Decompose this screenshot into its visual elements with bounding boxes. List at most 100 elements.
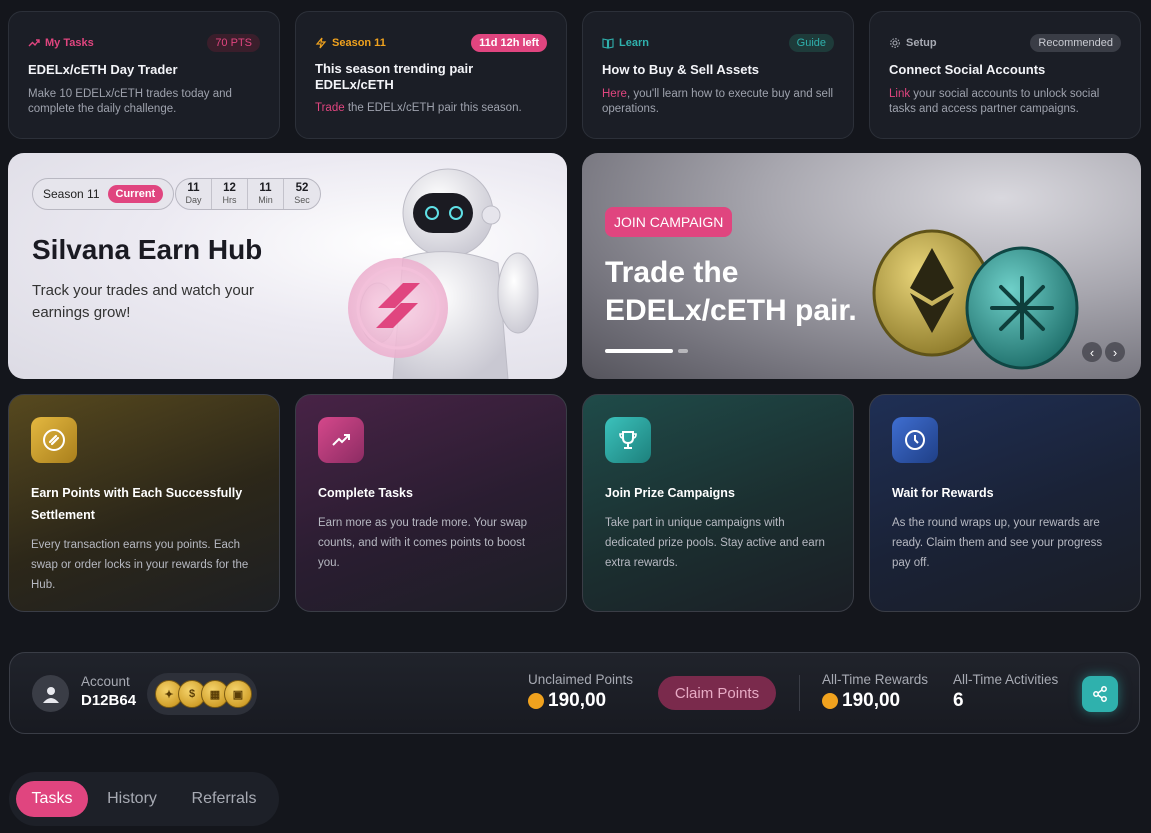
guide-badge: Guide: [788, 34, 834, 52]
step-card-prize-campaigns: Join Prize Campaigns Take part in unique…: [582, 394, 854, 612]
task-description: Trade the EDELx/cETH pair this season.: [315, 101, 547, 116]
task-description: Make 10 EDELx/cETH trades today and comp…: [28, 88, 232, 115]
claim-points-button[interactable]: Claim Points: [658, 676, 776, 710]
step-card-earn-points: Earn Points with Each Successfully Settl…: [8, 394, 280, 612]
countdown-unit: Day: [185, 195, 202, 205]
step-title: Join Prize Campaigns: [605, 486, 735, 500]
here-link[interactable]: Here: [602, 88, 627, 100]
unclaimed-points-value: 190,00: [528, 690, 606, 712]
task-category: Learn: [602, 37, 649, 49]
task-title: EDELx/cETH Day Trader: [28, 62, 178, 77]
countdown-days: 11 Day: [176, 179, 212, 209]
countdown-unit: Min: [258, 195, 273, 205]
task-description-text: your social accounts to unlock social ta…: [889, 88, 1100, 115]
task-description: Here, you'll learn how to execute buy an…: [602, 87, 834, 117]
step-description: Earn more as you trade more. Your swap c…: [318, 517, 528, 569]
countdown-value: 11: [259, 182, 272, 194]
share-button[interactable]: [1082, 676, 1118, 712]
task-card-season[interactable]: Season 11 11d 12h left This season trend…: [295, 11, 567, 139]
task-title: Connect Social Accounts: [889, 62, 1046, 77]
step-card-wait-rewards: Wait for Rewards As the round wraps up, …: [869, 394, 1141, 612]
task-category-label: Setup: [906, 37, 937, 49]
campaign-title: Trade the EDELx/cETH pair.: [605, 256, 857, 327]
carousel-dot-active[interactable]: [605, 349, 673, 353]
account-id: D12B64: [81, 692, 137, 709]
season-pill: Season 11 Current: [32, 178, 175, 210]
step-description: Take part in unique campaigns with dedic…: [605, 517, 825, 569]
all-time-rewards-label: All-Time Rewards: [822, 672, 929, 687]
book-icon: [602, 38, 614, 49]
points-badge: 70 PTS: [207, 34, 260, 52]
hero-subtitle: Track your trades and watch your earning…: [32, 282, 255, 321]
campaign-banner: JOIN CAMPAIGN Trade the EDELx/cETH pair.…: [582, 153, 1141, 379]
join-campaign-button[interactable]: JOIN CAMPAIGN: [605, 207, 733, 237]
account-label: Account: [81, 674, 130, 689]
all-time-rewards-number: 190,00: [842, 690, 901, 711]
countdown-unit: Hrs: [222, 195, 237, 205]
robot-illustration: [348, 168, 539, 379]
all-time-rewards-value: 190,00: [822, 690, 900, 712]
trending-up-icon: [318, 417, 364, 463]
all-time-activities-label: All-Time Activities: [953, 672, 1059, 687]
tab-tasks[interactable]: Tasks: [16, 781, 88, 817]
task-description-text: the EDELx/cETH pair this season.: [344, 102, 522, 114]
unclaimed-points-label: Unclaimed Points: [528, 672, 634, 687]
points-coin-icon: [528, 693, 544, 709]
recommended-badge: Recommended: [1030, 34, 1121, 52]
gear-icon: [890, 38, 900, 48]
step-description: As the round wraps up, your rewards are …: [892, 517, 1103, 569]
unclaimed-points-number: 190,00: [548, 690, 607, 711]
trade-link[interactable]: Trade: [315, 102, 345, 114]
clock-icon: [892, 417, 938, 463]
trending-up-icon: [28, 39, 40, 47]
carousel-dot[interactable]: [678, 349, 688, 353]
countdown-value: 52: [295, 182, 309, 194]
task-category: Setup: [889, 37, 937, 49]
earn-hub-hero: Season 11 Current 11 Day 12 Hrs 11 Min 52 Se…: [8, 153, 567, 379]
step-description: Every transaction earns you points. Each…: [31, 539, 249, 591]
all-time-activities-value: 6: [953, 690, 964, 711]
task-category-label: Learn: [619, 37, 649, 49]
carousel-indicator[interactable]: [605, 349, 688, 353]
countdown-minutes: 11 Min: [248, 179, 284, 209]
task-card-day-trader[interactable]: My Tasks 70 PTS EDELx/cETH Day Trader Ma…: [8, 11, 280, 139]
step-title: Complete Tasks: [318, 486, 413, 500]
account-summary-bar: Account D12B64 ✦ $ ▦ ▣ Unclaimed Points …: [9, 652, 1140, 734]
step-title: Earn Points with Each Successfully Settl…: [31, 486, 243, 522]
hero-title: Silvana Earn Hub: [32, 234, 263, 265]
task-card-setup[interactable]: Setup Recommended Connect Social Account…: [869, 11, 1141, 139]
tab-bar: Tasks History Referrals: [9, 772, 279, 826]
tab-referrals[interactable]: Referrals: [176, 781, 272, 817]
task-title: This season trending pair EDELx/cETH: [315, 61, 474, 92]
time-left-badge: 11d 12h left: [471, 34, 547, 52]
task-card-learn[interactable]: Learn Guide How to Buy & Sell Assets Her…: [582, 11, 854, 139]
countdown-hours: 12 Hrs: [212, 179, 248, 209]
tab-history[interactable]: History: [96, 781, 168, 817]
share-icon: [1093, 686, 1107, 702]
task-title: How to Buy & Sell Assets: [602, 62, 759, 77]
countdown-value: 12: [223, 182, 236, 194]
step-card-complete-tasks: Complete Tasks Earn more as you trade mo…: [295, 394, 567, 612]
current-badge: Current: [107, 185, 164, 203]
task-category: Season 11: [315, 37, 386, 49]
countdown-value: 11: [187, 182, 200, 194]
carousel-prev-button[interactable]: ‹: [1082, 342, 1102, 362]
divider: [799, 675, 800, 711]
trophy-icon: [605, 417, 651, 463]
season-countdown: 11 Day 12 Hrs 11 Min 52 Sec: [175, 178, 321, 210]
calendar-week-badge-icon[interactable]: ▣: [224, 680, 252, 708]
coin-icon: [31, 417, 77, 463]
avatar[interactable]: [32, 675, 69, 712]
task-category: My Tasks: [28, 37, 94, 49]
task-description: Link your social accounts to unlock soci…: [889, 87, 1121, 117]
user-icon: [42, 686, 59, 703]
task-category-label: My Tasks: [45, 37, 94, 49]
achievement-badges[interactable]: ✦ $ ▦ ▣: [147, 673, 257, 715]
link-link[interactable]: Link: [889, 88, 910, 100]
carousel-next-button[interactable]: ›: [1105, 342, 1125, 362]
points-coin-icon: [822, 693, 838, 709]
task-description-text: , you'll learn how to execute buy and se…: [602, 88, 834, 115]
lightning-icon: [315, 37, 327, 49]
task-category-label: Season 11: [332, 37, 386, 49]
season-label: Season 11: [43, 187, 100, 201]
